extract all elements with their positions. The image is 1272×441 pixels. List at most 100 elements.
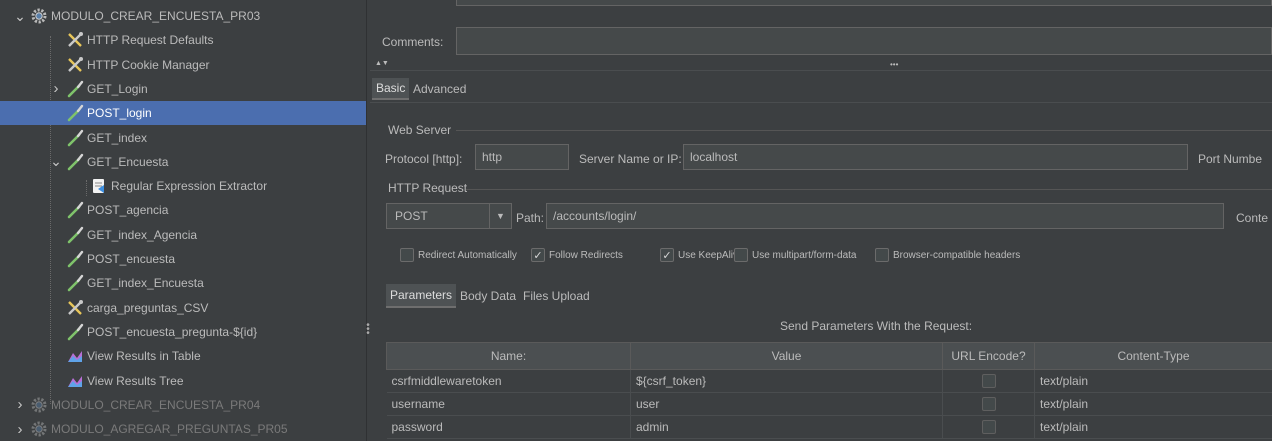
chevron-right-icon[interactable]: › bbox=[14, 396, 26, 413]
chevron-down-icon[interactable]: ⌄ bbox=[14, 8, 26, 24]
tab-parameters[interactable]: Parameters bbox=[386, 284, 457, 308]
url-encode-checkbox[interactable] bbox=[981, 420, 996, 434]
content-type-cell[interactable]: text/plain bbox=[1034, 392, 1272, 416]
tree-node-label: MODULO_CREAR_ENCUESTA_PR03 bbox=[51, 9, 261, 23]
option-checkbox[interactable] bbox=[875, 248, 889, 262]
parameters-table: Name: Value URL Encode? Content-Type csr… bbox=[386, 342, 1272, 439]
tree-node-label: GET_index_Encuesta bbox=[87, 276, 204, 291]
tree-node-label: HTTP Request Defaults bbox=[87, 33, 214, 48]
table-caption: Send Parameters With the Request: bbox=[780, 319, 973, 333]
protocol-label: Protocol [http]: bbox=[385, 152, 463, 166]
tree-node[interactable]: Regular Expression Extractor bbox=[0, 174, 366, 198]
tab-body-data[interactable]: Body Data bbox=[456, 284, 520, 308]
gear-icon bbox=[30, 420, 48, 438]
column-header-name[interactable]: Name: bbox=[386, 342, 631, 370]
param-name-cell[interactable]: csrfmiddlewaretoken bbox=[386, 369, 631, 393]
tree-node-label: GET_index_Agencia bbox=[87, 227, 198, 242]
tree-node-label: MODULO_AGREGAR_PREGUNTAS_PR05 bbox=[51, 422, 288, 437]
tab-basic[interactable]: Basic bbox=[372, 78, 410, 100]
name-field[interactable] bbox=[456, 0, 1272, 6]
divider-grip-icon[interactable]: ••• bbox=[890, 60, 898, 69]
url-encode-cell[interactable] bbox=[942, 415, 1035, 439]
group-border bbox=[466, 189, 1272, 190]
tree-node-label: HTTP Cookie Manager bbox=[87, 57, 210, 72]
column-header-value[interactable]: Value bbox=[630, 342, 943, 370]
url-encode-cell[interactable] bbox=[942, 392, 1035, 416]
web-server-title: Web Server bbox=[388, 123, 452, 137]
column-header-url-encode[interactable]: URL Encode? bbox=[942, 342, 1035, 370]
tree-node-label: View Results Tree bbox=[87, 373, 184, 388]
sampler-pipette-icon bbox=[66, 226, 84, 244]
table-row[interactable]: password admin text/plain bbox=[386, 415, 1272, 439]
gear-icon bbox=[30, 7, 48, 25]
table-row[interactable]: csrfmiddlewaretoken ${csrf_token} text/pla… bbox=[386, 369, 1272, 393]
tree-node[interactable]: GET_index bbox=[0, 126, 366, 150]
tab-files-upload[interactable]: Files Upload bbox=[519, 284, 594, 308]
tree-node[interactable]: carga_preguntas_CSV bbox=[0, 296, 366, 320]
tree-node[interactable]: POST_agencia bbox=[0, 198, 366, 222]
table-header-row: Name: Value URL Encode? Content-Type bbox=[386, 342, 1272, 370]
tree-node[interactable]: ⌄ GET_Encuesta bbox=[0, 150, 366, 174]
server-field[interactable]: localhost bbox=[683, 144, 1188, 170]
tree-node[interactable]: HTTP Cookie Manager bbox=[0, 53, 366, 77]
method-select[interactable]: POST ▼ bbox=[386, 203, 512, 229]
option-checkbox[interactable] bbox=[400, 248, 414, 262]
listener-chart-icon bbox=[66, 372, 84, 390]
server-label: Server Name or IP: bbox=[579, 152, 682, 166]
chevron-right-icon[interactable]: › bbox=[14, 421, 26, 438]
sampler-pipette-icon bbox=[66, 323, 84, 341]
table-row[interactable]: username user text/plain bbox=[386, 392, 1272, 416]
port-label: Port Numbe bbox=[1198, 152, 1263, 166]
param-value-cell[interactable]: admin bbox=[630, 415, 943, 439]
param-value-cell[interactable]: ${csrf_token} bbox=[630, 369, 943, 393]
option-checkbox[interactable]: ✓ bbox=[531, 248, 545, 262]
comments-label: Comments: bbox=[382, 35, 444, 49]
tree-node[interactable]: › MODULO_AGREGAR_PREGUNTAS_PR05 bbox=[0, 417, 366, 441]
sampler-pipette-icon bbox=[66, 153, 84, 171]
param-name-cell[interactable]: password bbox=[386, 415, 631, 439]
comments-field[interactable] bbox=[456, 27, 1272, 55]
param-value-cell[interactable]: user bbox=[630, 392, 943, 416]
tree-node[interactable]: POST_login bbox=[0, 101, 366, 126]
chevron-right-icon[interactable]: › bbox=[50, 80, 62, 97]
url-encode-checkbox[interactable] bbox=[981, 374, 996, 388]
content-type-cell[interactable]: text/plain bbox=[1034, 415, 1272, 439]
tree-node[interactable]: ⌄ MODULO_CREAR_ENCUESTA_PR03 bbox=[0, 4, 366, 28]
tree-node[interactable]: GET_index_Encuesta bbox=[0, 271, 366, 295]
column-header-content-type[interactable]: Content-Type bbox=[1034, 342, 1272, 370]
chevron-down-icon[interactable]: ⌄ bbox=[50, 153, 62, 169]
sampler-pipette-icon bbox=[66, 129, 84, 147]
tree-node[interactable]: HTTP Request Defaults bbox=[0, 28, 366, 52]
content-type-cell[interactable]: text/plain bbox=[1034, 369, 1272, 393]
option-checkbox[interactable] bbox=[734, 248, 748, 262]
tree-node-label: Regular Expression Extractor bbox=[111, 179, 268, 194]
url-encode-checkbox[interactable] bbox=[981, 397, 996, 411]
option-checkbox[interactable]: ✓ bbox=[660, 248, 674, 262]
protocol-field[interactable]: http bbox=[475, 144, 569, 170]
param-name-cell[interactable]: username bbox=[386, 392, 631, 416]
tree-node[interactable]: POST_encuesta_pregunta-${id} bbox=[0, 320, 366, 344]
tree-node-label: POST_encuesta_pregunta-${id} bbox=[87, 324, 258, 339]
path-field[interactable]: /accounts/login/ bbox=[546, 203, 1224, 229]
tree-node-label: carga_preguntas_CSV bbox=[87, 300, 209, 315]
path-label: Path: bbox=[516, 211, 545, 225]
http-request-title: HTTP Request bbox=[388, 181, 468, 195]
url-encode-cell[interactable] bbox=[942, 369, 1035, 393]
option-checkbox-label: Browser-compatible headers bbox=[893, 250, 1021, 261]
collapse-arrows-icon[interactable]: ▲▼ bbox=[375, 60, 389, 67]
tree-node[interactable]: View Results Tree bbox=[0, 369, 366, 393]
tab-advanced[interactable]: Advanced bbox=[409, 78, 470, 100]
tree-node[interactable]: POST_encuesta bbox=[0, 247, 366, 271]
tree-node[interactable]: › GET_Login bbox=[0, 77, 366, 101]
tree-node[interactable]: › MODULO_CREAR_ENCUESTA_PR04 bbox=[0, 393, 366, 417]
tree-node[interactable]: GET_index_Agencia bbox=[0, 223, 366, 247]
tree-node-label: POST_encuesta bbox=[87, 252, 176, 266]
listener-chart-icon bbox=[66, 347, 84, 365]
tree-node[interactable]: View Results in Table bbox=[0, 344, 366, 368]
sampler-pipette-icon bbox=[66, 104, 84, 122]
